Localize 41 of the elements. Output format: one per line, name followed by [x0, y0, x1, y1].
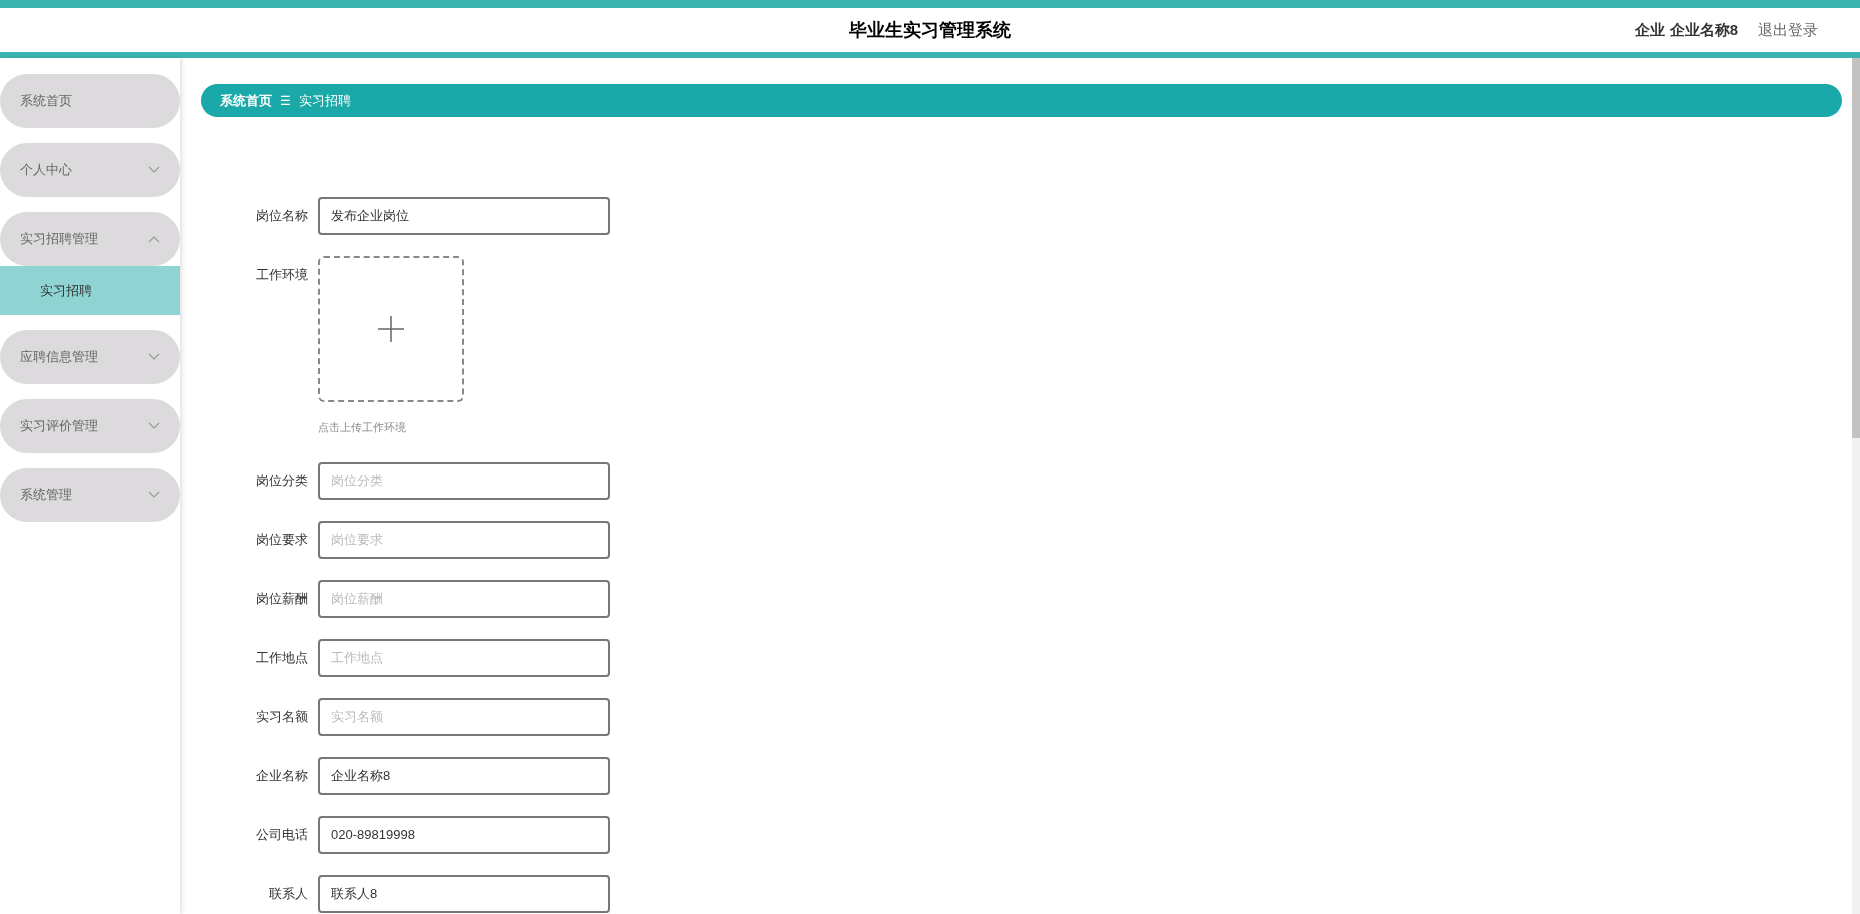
submenu-item[interactable]: 实习招聘 [0, 266, 180, 315]
sidebar-item[interactable]: 实习招聘管理 [0, 212, 180, 266]
sidebar-item[interactable]: 系统首页 [0, 74, 180, 128]
sidebar-item[interactable]: 系统管理 [0, 468, 180, 522]
field-label: 企业名称 [255, 766, 308, 785]
input-field[interactable]: 工作地点 [318, 638, 610, 677]
input-field[interactable]: 发布企业岗位 [318, 197, 610, 235]
chevron-up-icon [148, 235, 160, 243]
chevron-down-icon [148, 491, 160, 499]
field-label: 实习名额 [255, 707, 308, 726]
upload-area[interactable] [318, 256, 464, 402]
chevron-down-icon [148, 166, 160, 174]
field-label: 岗位薪酬 [255, 589, 308, 608]
field-label: 岗位名称 [255, 207, 308, 225]
chevron-down-icon [148, 353, 160, 361]
input-field[interactable]: 020-89819998 [318, 815, 610, 854]
sidebar-item[interactable]: 实习评价管理 [0, 399, 180, 453]
field-label: 公司电话 [255, 825, 308, 844]
plus-icon [377, 315, 405, 343]
field-label: 工作环境 [255, 266, 308, 284]
app-title: 毕业生实习管理系统 [849, 18, 1011, 42]
input-field[interactable]: 联系人8 [318, 874, 610, 913]
scrollbar-thumb[interactable] [1852, 58, 1860, 438]
breadcrumb-separator: ☰ [280, 92, 291, 110]
sidebar-item[interactable]: 个人中心 [0, 143, 180, 197]
breadcrumb-link[interactable]: 系统首页 [220, 90, 272, 111]
user-name: 企业 企业名称8 [1635, 19, 1738, 40]
chevron-down-icon [148, 422, 160, 430]
breadcrumb-link[interactable]: 实习招聘 [299, 90, 351, 111]
field-label: 岗位要求 [255, 530, 308, 549]
input-field[interactable]: 企业名称8 [318, 756, 610, 795]
field-label: 工作地点 [255, 648, 308, 667]
field-label: 联系人 [268, 884, 308, 903]
upload-hint: 点击上传工作环境 [318, 420, 407, 435]
logout-link[interactable]: 退出登录 [1758, 18, 1818, 42]
input-field[interactable]: 岗位薪酬 [318, 579, 610, 618]
input-field[interactable]: 岗位分类 [318, 461, 610, 500]
sidebar-item[interactable]: 应聘信息管理 [0, 330, 180, 384]
field-label: 岗位分类 [255, 471, 308, 490]
input-field[interactable]: 岗位要求 [318, 520, 610, 559]
input-field[interactable]: 实习名额 [318, 697, 610, 736]
